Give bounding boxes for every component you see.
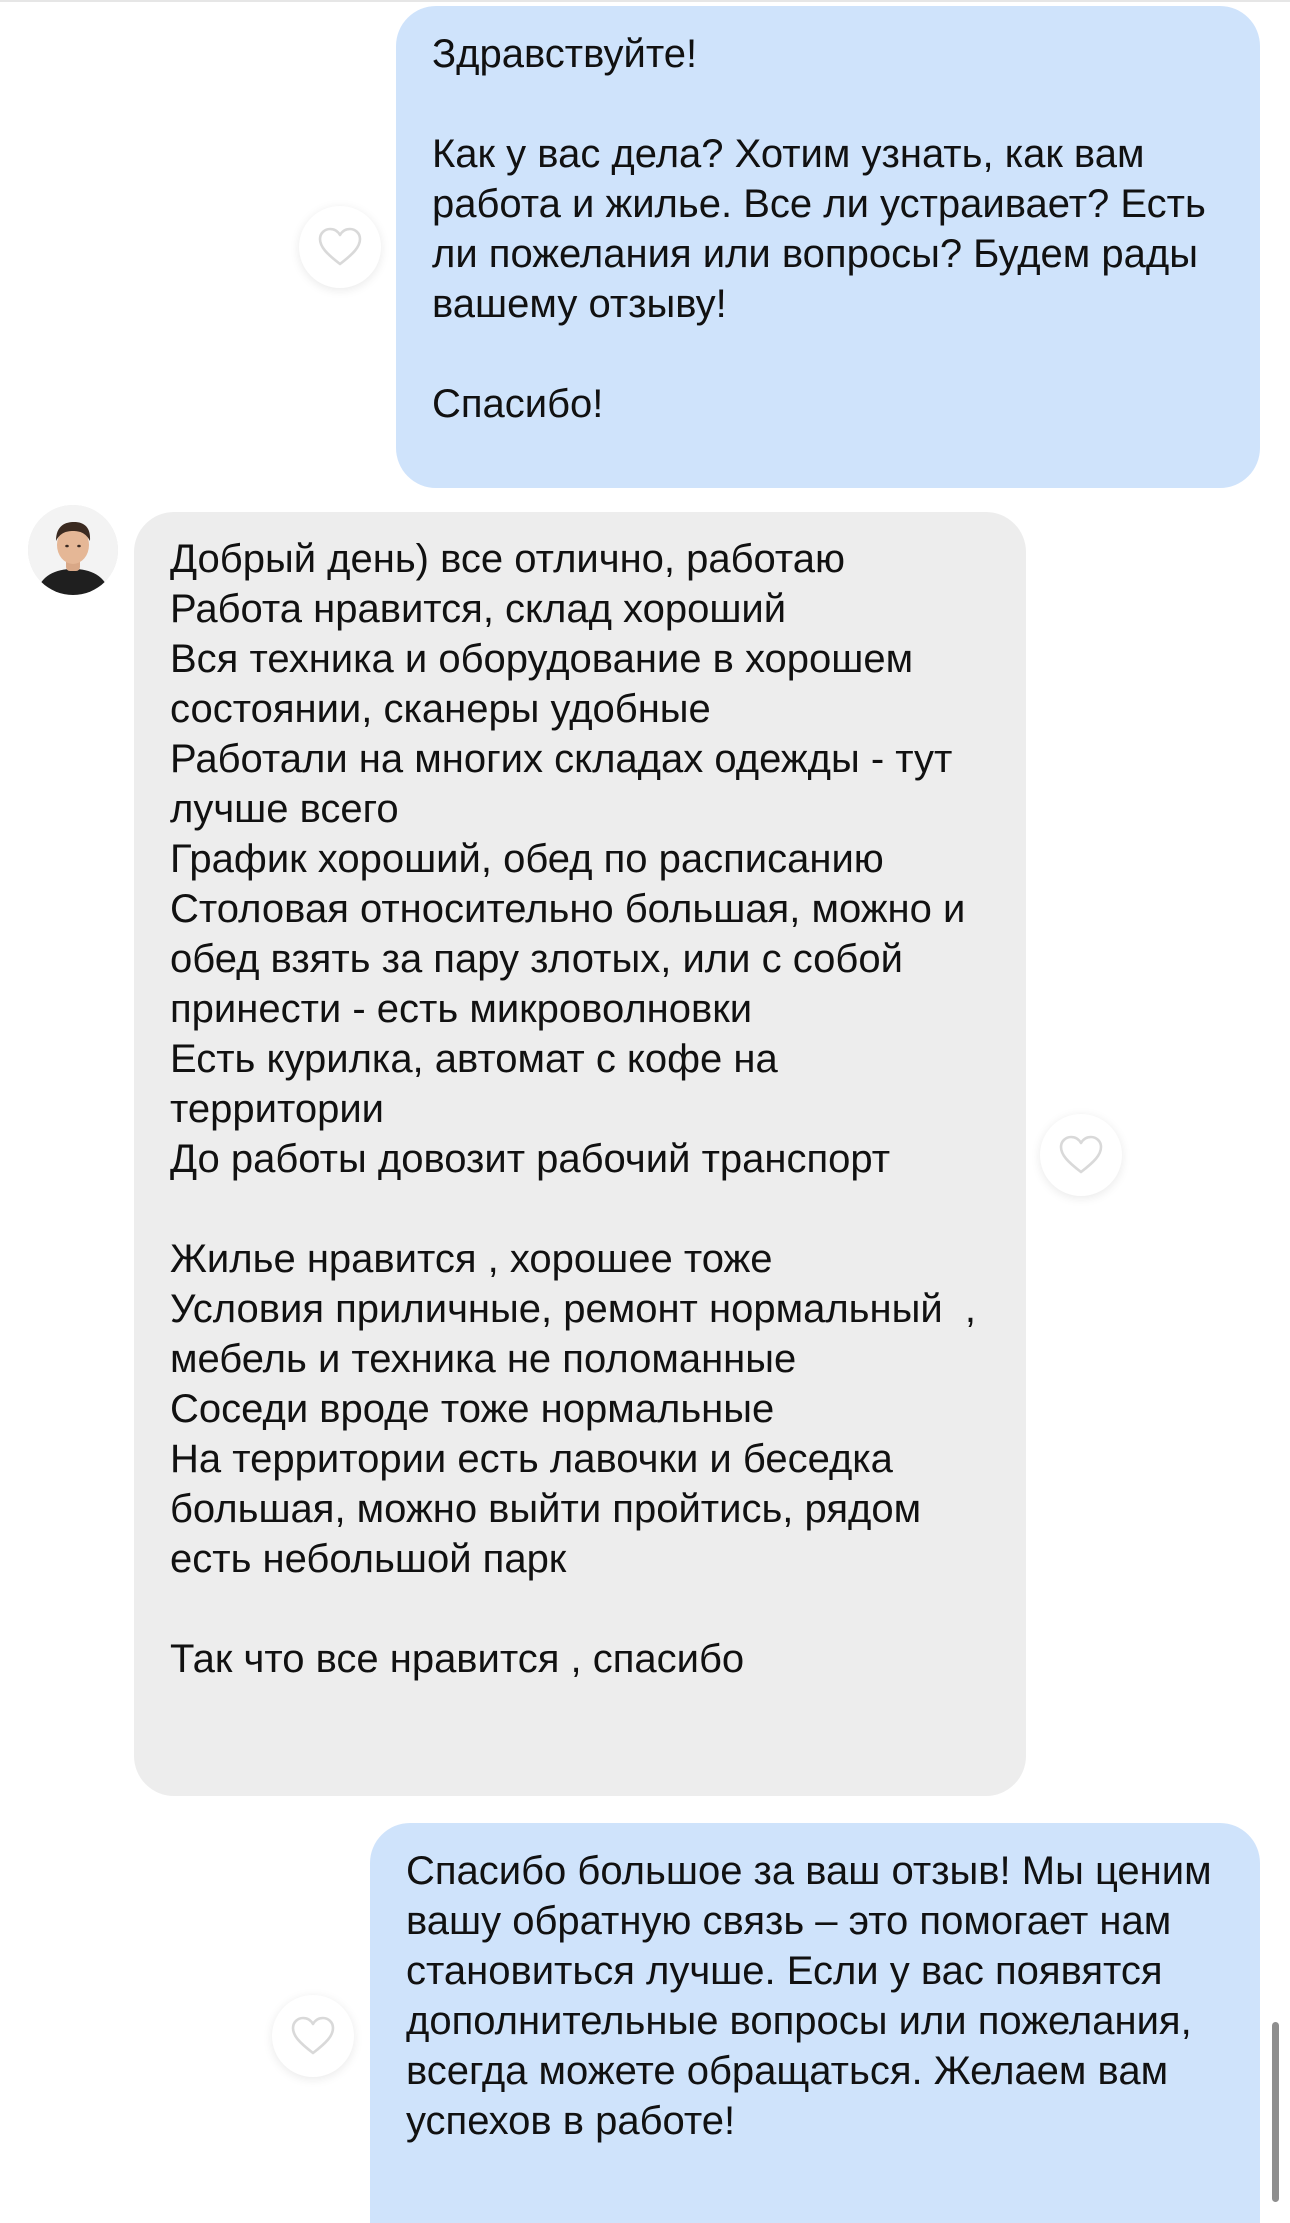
scrollbar[interactable] <box>1272 2022 1279 2202</box>
heart-outline-icon <box>291 2016 335 2055</box>
outgoing-message-bubble[interactable]: Спасибо большое за ваш отзыв! Мы ценим в… <box>370 1823 1260 2223</box>
user-avatar[interactable] <box>28 505 118 595</box>
top-divider <box>0 0 1290 2</box>
incoming-message-bubble[interactable]: Добрый день) все отлично, работаю Работа… <box>134 512 1026 1796</box>
heart-outline-icon <box>318 227 362 266</box>
like-heart-button[interactable] <box>1040 1114 1122 1196</box>
outgoing-message-bubble[interactable]: Здравствуйте! Как у вас дела? Хотим узна… <box>396 6 1260 488</box>
like-heart-button[interactable] <box>272 1995 354 2077</box>
like-heart-button[interactable] <box>299 206 381 288</box>
heart-outline-icon <box>1059 1135 1103 1174</box>
